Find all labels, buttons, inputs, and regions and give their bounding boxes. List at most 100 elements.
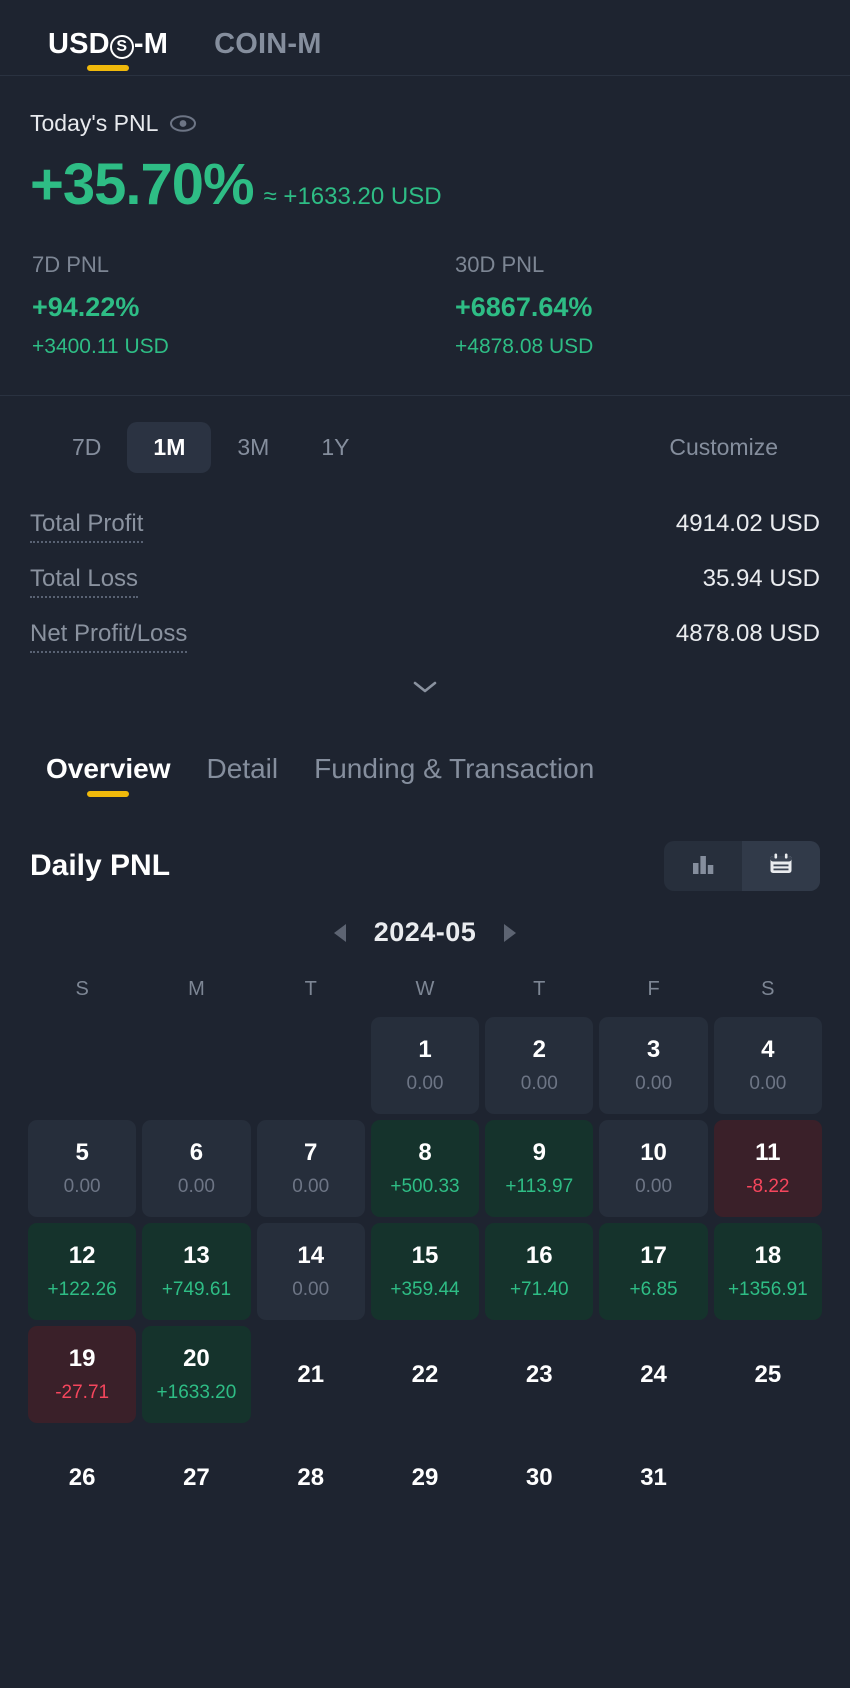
calendar-day-cell[interactable]: 2 0.00 xyxy=(485,1017,594,1114)
expand-row[interactable] xyxy=(30,664,820,701)
calendar-day-cell[interactable]: 13 +749.61 xyxy=(142,1223,251,1320)
calendar-day-cell[interactable]: 9 +113.97 xyxy=(485,1120,594,1217)
day-number: 4 xyxy=(761,1036,775,1063)
calendar-empty-cell xyxy=(28,1017,136,1114)
calendar-day-cell[interactable]: 29 xyxy=(371,1429,479,1526)
calendar-day-cell[interactable]: 23 xyxy=(485,1326,593,1423)
total-loss-label[interactable]: Total Loss xyxy=(30,565,139,598)
pnl-7d-block: 7D PNL +94.22% +3400.11 USD xyxy=(30,252,425,359)
pnl-calendar: SMTWTFS 1 0.00 2 0.00 3 0.00 4 0.00 5 0.00 6 0.00 7 0… xyxy=(0,948,850,1526)
range-tab-7d[interactable]: 7D xyxy=(46,422,127,473)
calendar-day-cell[interactable]: 11 -8.22 xyxy=(713,1120,822,1217)
calendar-day-cell[interactable]: 10 0.00 xyxy=(599,1120,708,1217)
total-loss-value: 35.94 USD xyxy=(702,565,820,592)
arrow-right-icon[interactable] xyxy=(504,923,517,942)
day-number: 10 xyxy=(640,1139,667,1166)
pnl-30d-block: 30D PNL +6867.64% +4878.08 USD xyxy=(425,252,820,359)
calendar-day-cell[interactable]: 21 xyxy=(257,1326,365,1423)
bar-chart-icon xyxy=(690,852,716,881)
calendar-day-cell[interactable]: 7 0.00 xyxy=(256,1120,365,1217)
pnl-summary: Today's PNL +35.70% ≈ +1633.20 USD 7D PN… xyxy=(0,76,850,396)
day-number: 30 xyxy=(525,1463,553,1491)
row-total-profit: Total Profit 4914.02 USD xyxy=(30,499,820,554)
pnl-30d-label: 30D PNL xyxy=(455,252,545,277)
tab-overview[interactable]: Overview xyxy=(46,753,171,801)
day-number: 27 xyxy=(183,1463,210,1491)
today-pnl-percent: +35.70% xyxy=(30,152,255,217)
calendar-day-cell[interactable]: 16 +71.40 xyxy=(485,1223,594,1320)
tab-usds-m-prefix: USD xyxy=(48,28,110,60)
weekday-header-4: T xyxy=(533,978,546,1000)
stablecoin-circle-icon: S xyxy=(109,35,134,59)
weekday-header-6: S xyxy=(761,978,775,1000)
pnl-7d-usd: +3400.11 USD xyxy=(32,335,169,358)
calendar-day-cell[interactable]: 20 +1633.20 xyxy=(142,1326,251,1423)
tab-funding-transaction[interactable]: Funding & Transaction xyxy=(314,753,594,801)
calendar-day-cell[interactable]: 25 xyxy=(714,1326,822,1423)
range-tab-1m[interactable]: 1M xyxy=(127,422,212,473)
calendar-day-cell[interactable]: 28 xyxy=(257,1429,365,1526)
calendar-day-cell[interactable]: 30 xyxy=(485,1429,593,1526)
calendar-day-cell[interactable]: 12 +122.26 xyxy=(28,1223,137,1320)
tab-coin-m[interactable]: COIN-M xyxy=(214,28,322,75)
calendar-day-cell[interactable]: 14 0.00 xyxy=(256,1223,365,1320)
day-number: 13 xyxy=(183,1242,210,1269)
chevron-down-icon[interactable] xyxy=(410,678,440,701)
calendar-day-cell[interactable]: 1 0.00 xyxy=(370,1017,480,1114)
profit-summary-table: Total Profit 4914.02 USD Total Loss 35.9… xyxy=(0,473,850,701)
month-navigator: 2024-05 xyxy=(0,891,850,948)
net-profit-loss-value: 4878.08 USD xyxy=(675,620,820,647)
day-pnl-value: +500.33 xyxy=(390,1176,460,1197)
calendar-day-cell[interactable]: 6 0.00 xyxy=(142,1120,251,1217)
day-pnl-value: +113.97 xyxy=(505,1176,574,1197)
calendar-day-cell[interactable]: 8 +500.33 xyxy=(370,1120,480,1217)
calendar-day-cell[interactable]: 19 -27.71 xyxy=(28,1326,137,1423)
tab-detail[interactable]: Detail xyxy=(207,753,279,801)
total-profit-label[interactable]: Total Profit xyxy=(30,510,144,543)
tab-usds-m[interactable]: USD S -M xyxy=(48,28,168,75)
calendar-weekday-header: SMTWTFS xyxy=(28,978,822,1017)
day-pnl-value: 0.00 xyxy=(177,1176,215,1197)
calendar-empty-cell xyxy=(142,1017,250,1114)
day-number: 16 xyxy=(525,1242,553,1269)
range-selector: 7D 1M 3M 1Y Customize xyxy=(0,396,850,473)
day-number: 17 xyxy=(640,1242,667,1269)
arrow-left-icon[interactable] xyxy=(333,923,346,942)
range-tab-3m[interactable]: 3M xyxy=(211,422,295,473)
day-number: 29 xyxy=(411,1463,439,1491)
net-profit-loss-label[interactable]: Net Profit/Loss xyxy=(30,620,188,653)
calendar-day-cell[interactable]: 4 0.00 xyxy=(713,1017,822,1114)
calendar-empty-cell xyxy=(257,1017,365,1114)
calendar-day-cell[interactable]: 5 0.00 xyxy=(28,1120,137,1217)
calendar-day-cell[interactable]: 31 xyxy=(599,1429,707,1526)
calendar-day-cell[interactable]: 17 +6.85 xyxy=(599,1223,708,1320)
day-pnl-value: +359.44 xyxy=(390,1279,460,1300)
range-tab-customize[interactable]: Customize xyxy=(643,422,804,473)
month-label: 2024-05 xyxy=(373,917,477,947)
pnl-7d-percent: +94.22% xyxy=(32,292,140,322)
calendar-day-cell[interactable]: 27 xyxy=(142,1429,250,1526)
eye-icon[interactable] xyxy=(170,115,197,132)
content-tabbar: Overview Detail Funding & Transaction xyxy=(0,701,850,801)
calendar-day-cell[interactable]: 3 0.00 xyxy=(599,1017,708,1114)
pnl-30d-percent: +6867.64% xyxy=(455,292,593,322)
total-profit-value: 4914.02 USD xyxy=(675,510,820,537)
day-pnl-value: 0.00 xyxy=(292,1279,330,1300)
calendar-day-cell[interactable]: 15 +359.44 xyxy=(370,1223,480,1320)
day-number: 25 xyxy=(754,1360,782,1388)
day-pnl-value: 0.00 xyxy=(406,1073,444,1094)
day-pnl-value: -27.71 xyxy=(55,1382,110,1403)
calendar-day-cell[interactable]: 24 xyxy=(599,1326,707,1423)
day-number: 7 xyxy=(304,1139,318,1166)
day-number: 21 xyxy=(297,1360,325,1388)
calendar-day-cell[interactable]: 22 xyxy=(371,1326,479,1423)
calendar-day-cell[interactable]: 18 +1356.91 xyxy=(713,1223,822,1320)
daily-pnl-title: Daily PNL xyxy=(30,849,171,882)
calendar-day-cell[interactable]: 26 xyxy=(28,1429,136,1526)
day-pnl-value: +1356.91 xyxy=(727,1279,808,1300)
range-tab-1y[interactable]: 1Y xyxy=(295,422,375,473)
day-pnl-value: +122.26 xyxy=(47,1279,117,1300)
calendar-view-button[interactable] xyxy=(742,841,820,891)
day-number: 6 xyxy=(189,1139,204,1166)
bar-chart-view-button[interactable] xyxy=(664,841,742,891)
